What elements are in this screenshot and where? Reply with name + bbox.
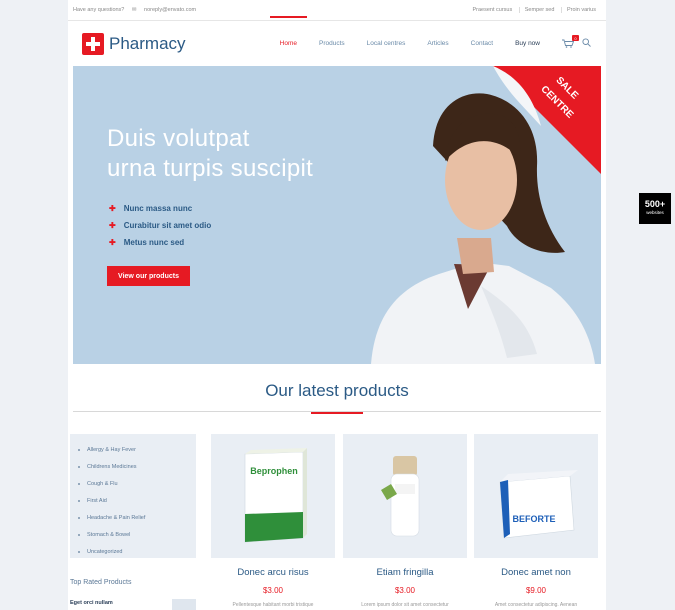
beforte-box-image: BEFORTE: [499, 470, 578, 539]
box-label: Beprophen: [250, 466, 298, 476]
bullet-icon: [78, 550, 80, 553]
category-label: Cough & Flu: [87, 480, 118, 487]
category-label: Childrens Medicines: [87, 463, 137, 470]
product-image[interactable]: Beprophen: [211, 434, 335, 558]
main-nav: Home Products Local centres Articles Con…: [258, 16, 591, 49]
product-description: Amet consectetur adipiscing. Aenean: [494, 602, 578, 608]
logo-text: Pharmacy: [109, 33, 186, 53]
category-label: Allergy & Hay Fever: [87, 446, 136, 453]
hero-bullet: ✚ Metus nunc sed: [109, 234, 211, 251]
category-item[interactable]: Uncategorized: [78, 543, 196, 560]
nav-buy-now[interactable]: Buy now: [515, 40, 540, 47]
plus-icon: ✚: [109, 221, 116, 230]
hero-bullet-list: ✚ Nunc massa nunc ✚ Curabitur sit amet odi…: [109, 200, 211, 251]
top-link-proin-varius[interactable]: Proin varius: [560, 7, 601, 13]
top-link-semper-sed[interactable]: Semper sed: [518, 7, 560, 13]
contact-email-link[interactable]: noreply@envato.com: [144, 7, 196, 13]
nav-products[interactable]: Products: [319, 40, 345, 47]
nav-local-centres[interactable]: Local centres: [367, 40, 406, 47]
product-description: Pellentesque habitant morbi tristique: [232, 602, 314, 608]
category-item[interactable]: Childrens Medicines: [78, 458, 196, 475]
product-name[interactable]: Donec arcu risus: [211, 567, 335, 578]
site-header: Pharmacy Home Products Local centres Art…: [68, 16, 606, 66]
category-item[interactable]: First Aid: [78, 492, 196, 509]
medical-cross-icon: [82, 32, 104, 55]
product-image[interactable]: [343, 434, 467, 558]
hero-title: Duis volutpat urna turpis suscipit: [107, 124, 313, 184]
promo-label: websites: [646, 210, 664, 215]
section-divider-accent: [311, 412, 363, 414]
category-item[interactable]: Cough & Flu: [78, 475, 196, 492]
cart-icon[interactable]: 0: [562, 35, 579, 48]
cart-count-badge: 0: [572, 35, 579, 41]
product-name[interactable]: Donec amet non: [474, 567, 598, 578]
promo-500-websites-badge[interactable]: 500+ websites: [639, 193, 671, 224]
envelope-icon: ✉: [131, 7, 137, 13]
page: Have any questions? ✉ noreply@envato.com…: [68, 0, 606, 610]
category-list: Allergy & Hay Fever Childrens Medicines …: [70, 434, 196, 558]
top-link-praesent-cursus[interactable]: Praesent cursus: [467, 7, 517, 13]
beprophen-box-image: Beprophen: [244, 448, 307, 543]
sale-centre-ribbon[interactable]: SALE CENTRE: [493, 66, 601, 174]
bullet-icon: [78, 482, 80, 485]
top-rated-title: Top Rated Products: [70, 579, 132, 586]
top-bar: Have any questions? ✉ noreply@envato.com…: [68, 0, 606, 21]
bullet-icon: [78, 448, 80, 451]
hero-title-line-1: Duis volutpat: [107, 125, 250, 152]
nav-home[interactable]: Home: [269, 16, 308, 47]
category-label: Stomach & Bowel: [87, 531, 131, 538]
hero-bullet-text: Metus nunc sed: [123, 238, 185, 247]
bottle-image: [381, 456, 420, 537]
hero-title-line-2: urna turpis suscipit: [107, 155, 314, 182]
plus-icon: ✚: [109, 238, 116, 247]
bullet-icon: [78, 465, 80, 468]
product-price: $3.00: [394, 586, 416, 595]
category-item[interactable]: Headache & Pain Relief: [78, 509, 196, 526]
product-card[interactable]: Beprophen Donec arcu risus $3.00 Pellent…: [211, 434, 335, 608]
top-bar-links: Praesent cursus Semper sed Proin varius: [467, 7, 601, 13]
bullet-icon: [78, 499, 80, 502]
promo-number: 500+: [644, 199, 666, 209]
top-bar-contact: Have any questions? ✉ noreply@envato.com: [73, 7, 202, 13]
box-label: BEFORTE: [512, 514, 555, 524]
bullet-icon: [78, 516, 80, 519]
category-item[interactable]: Allergy & Hay Fever: [78, 441, 196, 458]
site-logo[interactable]: Pharmacy: [82, 32, 186, 55]
plus-icon: ✚: [109, 204, 116, 213]
hero-bullet: ✚ Nunc massa nunc: [109, 200, 211, 217]
hero-banner: Duis volutpat urna turpis suscipit ✚ Nunc…: [73, 66, 601, 364]
nav-contact[interactable]: Contact: [471, 40, 493, 47]
product-description: Lorem ipsum dolor sit amet consectetur: [361, 602, 449, 608]
category-item[interactable]: Stomach & Bowel: [78, 526, 196, 543]
hero-bullet-text: Nunc massa nunc: [123, 204, 193, 213]
product-price: $9.00: [525, 586, 547, 595]
category-label: First Aid: [87, 497, 107, 504]
view-products-button[interactable]: View our products: [107, 266, 190, 286]
bullet-icon: [78, 533, 80, 536]
product-image[interactable]: BEFORTE: [474, 434, 598, 558]
hero-bullet-text: Curabitur sit amet odio: [123, 221, 212, 230]
hero-bullet: ✚ Curabitur sit amet odio: [109, 217, 211, 234]
product-price: $3.00: [262, 586, 284, 595]
product-name[interactable]: Etiam fringilla: [343, 567, 467, 578]
category-label: Uncategorized: [87, 548, 123, 555]
product-card[interactable]: BEFORTE Donec amet non $9.00 Amet consec…: [474, 434, 598, 608]
search-icon[interactable]: [582, 38, 591, 49]
top-rated-item-link[interactable]: Eget orci nullam: [70, 600, 113, 606]
category-label: Headache & Pain Relief: [87, 514, 146, 521]
product-card[interactable]: Etiam fringilla $3.00 Lorem ipsum dolor …: [343, 434, 467, 608]
top-rated-thumbnail[interactable]: [172, 599, 196, 610]
section-title: Our latest products: [265, 381, 409, 400]
contact-question: Have any questions?: [73, 7, 125, 13]
nav-articles[interactable]: Articles: [427, 40, 448, 47]
